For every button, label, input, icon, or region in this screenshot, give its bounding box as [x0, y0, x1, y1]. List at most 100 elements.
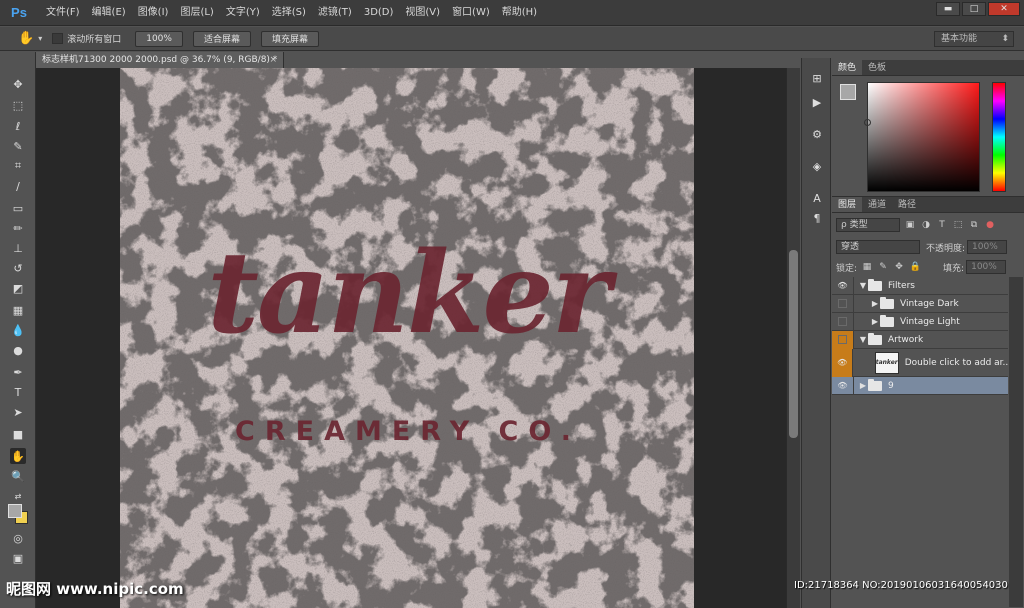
- smart-object-filter-icon[interactable]: ⧉: [968, 219, 980, 231]
- tab-paths[interactable]: 路径: [892, 197, 922, 212]
- menu-item[interactable]: 窗口(W): [446, 0, 496, 26]
- blur-tool-icon[interactable]: 💧: [10, 322, 26, 338]
- brush-tool-icon[interactable]: ✏: [10, 220, 26, 236]
- layer-row[interactable]: 👁 ▼ Filters: [832, 276, 1008, 295]
- path-selection-tool-icon[interactable]: ➤: [10, 404, 26, 420]
- tab-layers[interactable]: 图层: [832, 197, 863, 212]
- visibility-toggle[interactable]: [832, 330, 854, 349]
- move-tool-icon[interactable]: ✥: [10, 76, 26, 92]
- menu-item[interactable]: 图层(L): [174, 0, 219, 26]
- layer-row[interactable]: 👁 tanker Double click to add ar...: [832, 348, 1008, 377]
- dodge-tool-icon[interactable]: ●: [10, 342, 26, 358]
- menu-item[interactable]: 图像(I): [132, 0, 175, 26]
- layer-row[interactable]: ▶ Vintage Light: [832, 312, 1008, 331]
- fill-input[interactable]: 100%: [966, 260, 1007, 274]
- layers-panel: 图层 通道 路径 ρ 类型 ▣ ◑ T ⬚ ⧉ ● 穿透 不透明度: 100% …: [832, 196, 1024, 608]
- menu-item[interactable]: 帮助(H): [496, 0, 543, 26]
- fill-screen-button[interactable]: 填充屏幕: [260, 30, 319, 47]
- eyedropper-tool-icon[interactable]: ∕: [10, 178, 26, 194]
- caret-right-icon[interactable]: ▶: [870, 317, 880, 326]
- panel-foreground-swatch[interactable]: [840, 84, 856, 100]
- zoom-tool-icon[interactable]: 🔍: [10, 468, 26, 484]
- caret-down-icon[interactable]: ▼: [858, 335, 868, 344]
- crop-tool-icon[interactable]: ⌗: [10, 158, 26, 174]
- scrollbar-thumb[interactable]: [789, 250, 798, 438]
- layer-name: 9: [888, 380, 894, 391]
- shape-filter-icon[interactable]: ⬚: [952, 219, 964, 231]
- layer-kind-filter[interactable]: ρ 类型: [836, 218, 900, 232]
- close-button[interactable]: ✕: [988, 2, 1020, 16]
- eye-icon[interactable]: 👁: [832, 376, 854, 395]
- menu-item[interactable]: 选择(S): [266, 0, 312, 26]
- visibility-toggle[interactable]: [832, 312, 854, 331]
- paragraph-icon[interactable]: ¶: [809, 210, 825, 226]
- menu-item[interactable]: 滤镜(T): [312, 0, 358, 26]
- lock-transparent-icon[interactable]: ▦: [861, 261, 873, 273]
- tab-color[interactable]: 颜色: [832, 60, 863, 75]
- eye-icon[interactable]: 👁: [832, 276, 854, 295]
- history-icon[interactable]: ⊞: [809, 70, 825, 86]
- menu-item[interactable]: 视图(V): [399, 0, 446, 26]
- healing-brush-tool-icon[interactable]: ▭: [10, 200, 26, 216]
- fit-screen-button[interactable]: 适合屏幕: [192, 30, 251, 47]
- scroll-all-windows-checkbox[interactable]: [52, 33, 64, 44]
- caret-down-icon[interactable]: ▼: [858, 281, 868, 290]
- adjustments-icon[interactable]: ◈: [809, 158, 825, 174]
- lock-position-icon[interactable]: ✥: [893, 261, 905, 273]
- filter-toggle-icon[interactable]: ●: [984, 219, 996, 231]
- adjustment-filter-icon[interactable]: ◑: [920, 219, 932, 231]
- type-filter-icon[interactable]: T: [936, 219, 948, 231]
- eraser-tool-icon[interactable]: ◩: [10, 280, 26, 296]
- caret-right-icon[interactable]: ▶: [858, 381, 868, 390]
- smart-object-thumbnail[interactable]: tanker: [874, 351, 899, 374]
- lasso-tool-icon[interactable]: ℓ: [10, 118, 26, 134]
- hand-tool-icon[interactable]: ✋: [10, 448, 26, 464]
- artboard[interactable]: tanker CREAMERY CO.: [120, 68, 694, 608]
- pixel-filter-icon[interactable]: ▣: [904, 219, 916, 231]
- document-vertical-scrollbar[interactable]: [786, 68, 800, 608]
- caret-right-icon[interactable]: ▶: [870, 299, 880, 308]
- character-icon[interactable]: A: [809, 190, 825, 206]
- visibility-toggle[interactable]: [832, 294, 854, 313]
- screen-mode-icon[interactable]: ▣: [10, 550, 26, 566]
- rectangle-tool-icon[interactable]: ■: [10, 426, 26, 442]
- layer-row[interactable]: ▶ Vintage Dark: [832, 294, 1008, 313]
- clone-stamp-tool-icon[interactable]: ⊥: [10, 240, 26, 256]
- lock-all-icon[interactable]: 🔒: [909, 261, 921, 273]
- eye-icon[interactable]: 👁: [832, 348, 854, 377]
- pen-tool-icon[interactable]: ✒: [10, 364, 26, 380]
- menu-item[interactable]: 文件(F): [40, 0, 86, 26]
- tool-preset-dropdown-icon[interactable]: ▾: [38, 34, 42, 43]
- hue-slider[interactable]: [992, 82, 1006, 192]
- color-picker-field[interactable]: [864, 82, 980, 192]
- minimize-button[interactable]: ▬: [936, 2, 960, 16]
- opacity-input[interactable]: 100%: [967, 240, 1008, 254]
- document-tab[interactable]: 标志样机71300 2000 2000.psd @ 36.7% (9, RGB/…: [36, 52, 284, 68]
- canvas-area[interactable]: tanker CREAMERY CO.: [36, 68, 800, 608]
- foreground-color-swatch[interactable]: [8, 504, 22, 518]
- marquee-tool-icon[interactable]: ⬚: [10, 97, 26, 113]
- history-brush-tool-icon[interactable]: ↺: [10, 260, 26, 276]
- type-tool-icon[interactable]: T: [10, 384, 26, 400]
- close-tab-icon[interactable]: ×: [269, 52, 277, 68]
- gradient-tool-icon[interactable]: ▦: [10, 302, 26, 318]
- maximize-button[interactable]: □: [962, 2, 986, 16]
- blend-mode-select[interactable]: 穿透: [836, 240, 920, 254]
- tab-swatches[interactable]: 色板: [862, 60, 892, 75]
- hand-tool-icon[interactable]: ✋: [18, 31, 34, 46]
- swap-colors-icon[interactable]: ⇄: [10, 488, 26, 504]
- layer-row[interactable]: ▼ Artwork: [832, 330, 1008, 349]
- quick-mask-icon[interactable]: ◎: [10, 530, 26, 546]
- workspace-select[interactable]: 基本功能 ⬍: [934, 31, 1014, 47]
- layer-row[interactable]: 👁 ▶ 9: [832, 376, 1008, 395]
- actions-play-icon[interactable]: ▶: [809, 94, 825, 110]
- quick-select-tool-icon[interactable]: ✎: [10, 138, 26, 154]
- menu-item[interactable]: 文字(Y): [220, 0, 266, 26]
- zoom-100-button[interactable]: 100%: [135, 30, 183, 47]
- lock-pixels-icon[interactable]: ✎: [877, 261, 889, 273]
- properties-icon[interactable]: ⚙: [809, 126, 825, 142]
- layers-scrollbar[interactable]: [1009, 277, 1023, 607]
- menu-item[interactable]: 编辑(E): [86, 0, 132, 26]
- tab-channels[interactable]: 通道: [862, 197, 892, 212]
- menu-item[interactable]: 3D(D): [358, 0, 400, 26]
